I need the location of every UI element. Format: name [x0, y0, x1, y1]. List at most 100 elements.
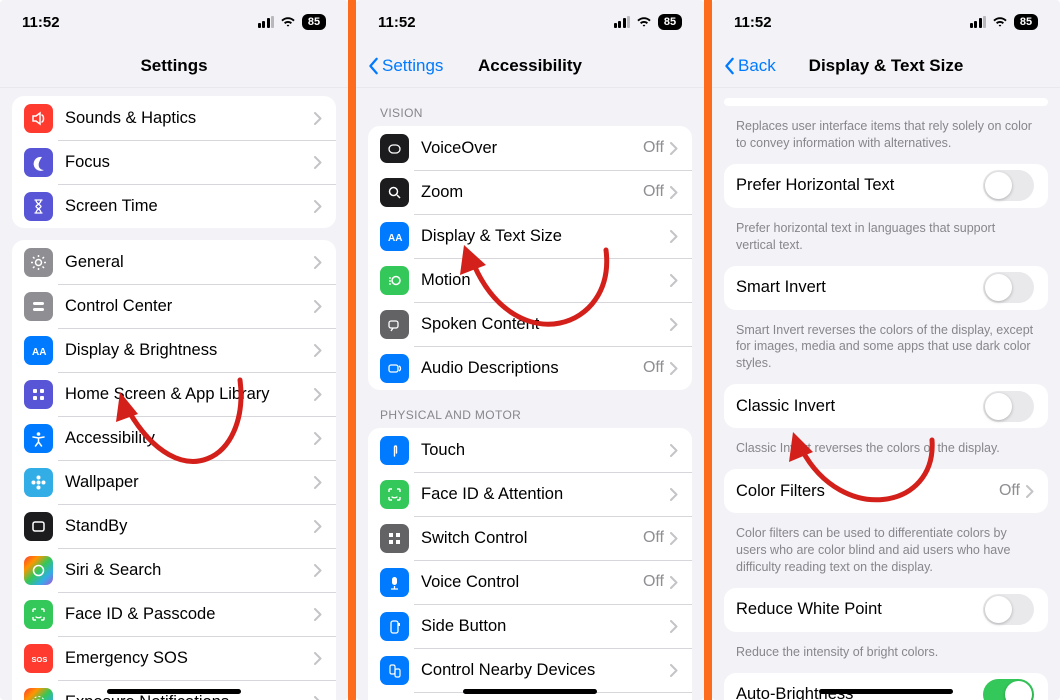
settings-row[interactable]: Motion — [368, 258, 692, 302]
settings-row[interactable]: Siri & Search — [12, 548, 336, 592]
grid-icon — [24, 380, 53, 409]
chevron-right-icon — [670, 186, 678, 199]
settings-row[interactable]: SOSEmergency SOS — [12, 636, 336, 680]
toggle-reduce-white-point[interactable] — [983, 594, 1034, 625]
faceid-icon — [24, 600, 53, 629]
back-label: Back — [738, 56, 776, 76]
toggle-prefer-horizontal[interactable] — [983, 170, 1034, 201]
row-label: Audio Descriptions — [421, 359, 643, 378]
textsize-icon: AA — [380, 222, 409, 251]
value: Off — [999, 482, 1020, 500]
group-prefer-horizontal: Prefer Horizontal Text — [724, 164, 1048, 208]
phone-accessibility: 11:52 85 Settings Accessibility Vision V… — [356, 0, 704, 700]
audiodesc-icon — [380, 354, 409, 383]
row-label: Control Center — [65, 297, 314, 316]
toggle-classic-invert[interactable] — [983, 391, 1034, 422]
settings-row[interactable]: Switch ControlOff — [368, 516, 692, 560]
settings-row[interactable]: Control Nearby Devices — [368, 648, 692, 692]
settings-row[interactable]: Wallpaper — [12, 460, 336, 504]
settings-row[interactable]: Face ID & Passcode — [12, 592, 336, 636]
wifi-icon — [280, 16, 296, 28]
footer-note: Classic Invert reverses the colors of th… — [736, 440, 1036, 457]
chevron-right-icon — [670, 488, 678, 501]
row-label: Home Screen & App Library — [65, 385, 314, 404]
row-label: Control Nearby Devices — [421, 661, 670, 680]
row-value: Off — [643, 139, 664, 157]
chevron-right-icon — [1026, 485, 1034, 498]
battery-indicator: 85 — [302, 14, 326, 30]
chevron-right-icon — [314, 112, 322, 125]
accessibility-icon — [24, 424, 53, 453]
settings-row[interactable]: Accessibility — [12, 416, 336, 460]
row-classic-invert[interactable]: Classic Invert — [724, 384, 1048, 428]
settings-row[interactable]: AA Display & Text Size — [368, 214, 692, 258]
settings-row[interactable]: Sounds & Haptics — [12, 96, 336, 140]
back-button[interactable]: Back — [724, 56, 776, 76]
moon-icon — [24, 148, 53, 177]
chevron-right-icon — [314, 476, 322, 489]
label: Prefer Horizontal Text — [736, 176, 983, 195]
touch-icon — [380, 436, 409, 465]
battery-indicator: 85 — [658, 14, 682, 30]
status-bar: 11:52 85 — [356, 0, 704, 44]
footer-note: Reduce the intensity of bright colors. — [736, 644, 1036, 661]
settings-row[interactable]: General — [12, 240, 336, 284]
chevron-right-icon — [670, 318, 678, 331]
row-label: Display & Text Size — [421, 227, 670, 246]
row-label: Switch Control — [421, 529, 643, 548]
row-label: Motion — [421, 271, 670, 290]
settings-row[interactable]: StandBy — [12, 504, 336, 548]
row-label: StandBy — [65, 517, 314, 536]
settings-row[interactable]: Touch — [368, 428, 692, 472]
settings-row[interactable]: Home Screen & App Library — [12, 372, 336, 416]
row-value: Off — [643, 359, 664, 377]
home-indicator — [819, 689, 953, 694]
nav-bar: Settings — [0, 44, 348, 88]
page-title: Display & Text Size — [809, 56, 964, 76]
chevron-right-icon — [314, 696, 322, 700]
settings-row[interactable]: VoiceOverOff — [368, 126, 692, 170]
row-label: Siri & Search — [65, 561, 314, 580]
settings-row[interactable]: Side Button — [368, 604, 692, 648]
status-time: 11:52 — [378, 14, 416, 31]
row-label: Wallpaper — [65, 473, 314, 492]
accessibility-group-vision: VoiceOverOffZoomOff AA Display & Text Size… — [368, 126, 692, 390]
spoken-icon — [380, 310, 409, 339]
settings-row[interactable]: Screen Time — [12, 184, 336, 228]
status-bar: 11:52 85 — [0, 0, 348, 44]
settings-row[interactable]: ZoomOff — [368, 170, 692, 214]
zoom-icon — [380, 178, 409, 207]
row-value: Off — [643, 573, 664, 591]
gear-icon — [24, 248, 53, 277]
row-reduce-white-point[interactable]: Reduce White Point — [724, 588, 1048, 632]
settings-row[interactable]: Audio DescriptionsOff — [368, 346, 692, 390]
chevron-right-icon — [670, 444, 678, 457]
toggle-auto-brightness[interactable] — [983, 679, 1034, 700]
settings-row[interactable]: Voice ControlOff — [368, 560, 692, 604]
settings-row[interactable]: AADisplay & Brightness — [12, 328, 336, 372]
wifi-icon — [992, 16, 1008, 28]
settings-row[interactable]: Spoken Content — [368, 302, 692, 346]
row-label: Face ID & Passcode — [65, 605, 314, 624]
row-prefer-horizontal[interactable]: Prefer Horizontal Text — [724, 164, 1048, 208]
chevron-right-icon — [314, 652, 322, 665]
svg-text:SOS: SOS — [32, 655, 48, 664]
toggle-smart-invert[interactable] — [983, 272, 1034, 303]
group-color-filters: Color Filters Off — [724, 469, 1048, 513]
row-smart-invert[interactable]: Smart Invert — [724, 266, 1048, 310]
nav-bar: Back Display & Text Size — [712, 44, 1060, 88]
settings-row[interactable]: Face ID & Attention — [368, 472, 692, 516]
back-button[interactable]: Settings — [368, 56, 443, 76]
wifi-icon — [636, 16, 652, 28]
row-color-filters[interactable]: Color Filters Off — [724, 469, 1048, 513]
settings-row[interactable]: Control Center — [12, 284, 336, 328]
chevron-right-icon — [670, 362, 678, 375]
chevron-right-icon — [670, 576, 678, 589]
label: Reduce White Point — [736, 600, 983, 619]
nearby-icon — [380, 656, 409, 685]
chevron-right-icon — [314, 520, 322, 533]
settings-row[interactable]: Focus — [12, 140, 336, 184]
battery-indicator: 85 — [1014, 14, 1038, 30]
section-header-vision: Vision — [380, 106, 680, 120]
row-auto-brightness[interactable]: Auto-Brightness — [724, 673, 1048, 700]
